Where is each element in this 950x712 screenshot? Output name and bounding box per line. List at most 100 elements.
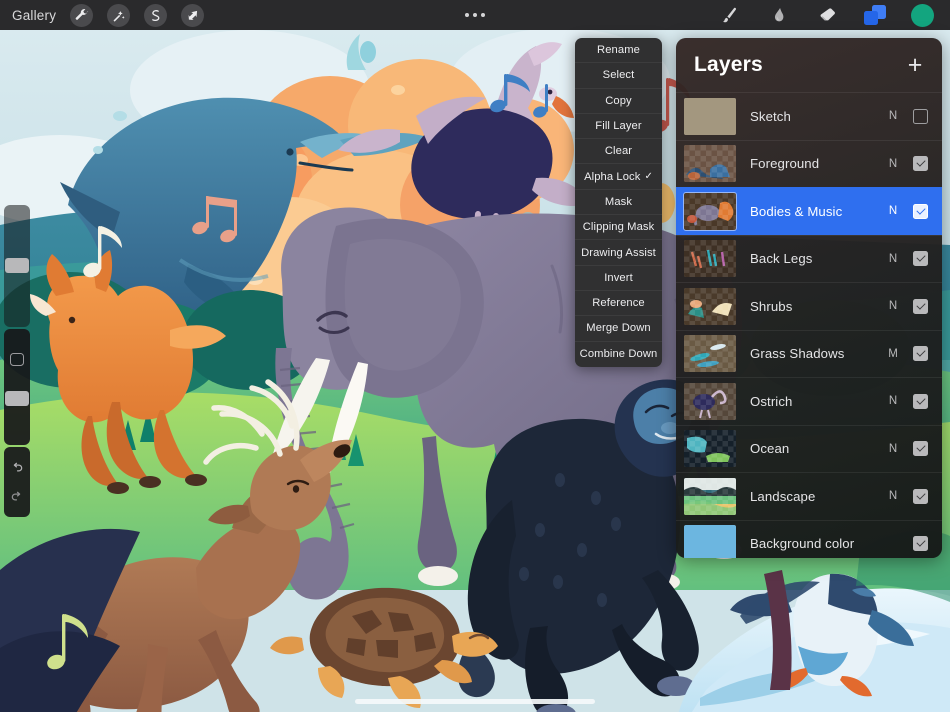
context-menu-item[interactable]: Combine Down: [575, 342, 662, 367]
layer-row[interactable]: Bodies & Music N: [676, 187, 942, 235]
layer-name: Grass Shadows: [750, 346, 845, 362]
context-menu-item-label: Alpha Lock: [584, 170, 641, 183]
layer-blend-mode[interactable]: N: [885, 158, 901, 170]
layer-context-menu: Rename Select Copy Fill Layer Clear Alpha Loc…: [575, 38, 662, 367]
layer-blend-mode[interactable]: N: [885, 110, 901, 122]
layer-row[interactable]: Background color: [676, 519, 942, 558]
layer-thumbnail[interactable]: [684, 287, 736, 325]
transparency-checker: [684, 382, 736, 420]
layer-visibility-checkbox[interactable]: [913, 108, 928, 124]
context-menu-item[interactable]: Merge Down: [575, 316, 662, 342]
home-indicator: [355, 699, 595, 704]
add-layer-button[interactable]: +: [904, 52, 926, 78]
layer-thumbnail[interactable]: [684, 477, 736, 515]
context-menu-item-label: Reference: [592, 297, 645, 310]
context-menu-item[interactable]: Fill Layer: [575, 114, 662, 140]
brush-size-slider[interactable]: [4, 205, 30, 327]
context-menu-item-label: Combine Down: [579, 348, 658, 361]
layer-visibility-checkbox[interactable]: [913, 203, 928, 219]
adjustments-wand-icon[interactable]: [107, 3, 131, 27]
toolbar-left-group: Gallery: [0, 3, 205, 27]
context-menu-item-label: Clipping Mask: [582, 221, 655, 234]
context-menu-item-label: Invert: [604, 271, 633, 284]
context-menu-item-label: Copy: [605, 94, 632, 107]
layer-thumbnail[interactable]: [684, 335, 736, 373]
procreate-app: Gallery Rename Select Copy Fill Layer Cl…: [0, 0, 950, 712]
layer-row[interactable]: Ostrich N: [676, 377, 942, 425]
layer-blend-mode[interactable]: N: [885, 395, 901, 407]
layer-blend-mode[interactable]: N: [885, 205, 901, 217]
layer-thumbnail[interactable]: [684, 382, 736, 420]
layers-panel-header: Layers +: [676, 38, 942, 92]
layer-row[interactable]: Shrubs N: [676, 282, 942, 330]
checkmark-icon: ✓: [644, 171, 653, 183]
brush-size-handle[interactable]: [5, 258, 29, 273]
layer-thumbnail[interactable]: [684, 525, 736, 558]
gallery-button[interactable]: Gallery: [12, 8, 56, 23]
layer-thumbnail[interactable]: [684, 145, 736, 183]
color-swatch[interactable]: [911, 3, 934, 27]
context-menu-item[interactable]: Invert: [575, 266, 662, 291]
layer-thumbnail[interactable]: [683, 191, 737, 231]
context-menu-item[interactable]: Alpha Lock ✓: [575, 164, 662, 190]
context-menu-item[interactable]: Reference: [575, 291, 662, 317]
layer-blend-mode[interactable]: N: [885, 300, 901, 312]
layers-icon[interactable]: [864, 5, 886, 25]
context-menu-item[interactable]: Mask: [575, 190, 662, 216]
menu-dots-icon[interactable]: [465, 13, 485, 17]
layer-name: Back Legs: [750, 251, 813, 267]
layer-name: Sketch: [750, 108, 791, 124]
layer-blend-mode[interactable]: N: [885, 490, 901, 502]
layer-blend-mode[interactable]: N: [885, 253, 901, 265]
redo-icon[interactable]: [10, 490, 24, 504]
layer-thumbnail[interactable]: [684, 430, 736, 468]
modify-button[interactable]: [10, 353, 24, 366]
context-menu-item[interactable]: Rename: [575, 38, 662, 64]
layer-blend-mode[interactable]: N: [885, 443, 901, 455]
layer-visibility-checkbox[interactable]: [913, 298, 928, 314]
layer-visibility-checkbox[interactable]: [913, 251, 928, 267]
transparency-checker: [684, 240, 736, 278]
layer-visibility-checkbox[interactable]: [913, 488, 928, 504]
context-menu-item[interactable]: Drawing Assist: [575, 240, 662, 266]
layer-row[interactable]: Sketch N: [676, 92, 942, 140]
actions-wrench-icon[interactable]: [70, 3, 94, 27]
layer-list: Sketch N Foreground N Bodies & Music N Back Le…: [676, 92, 942, 558]
context-menu-item[interactable]: Clipping Mask: [575, 215, 662, 241]
smudge-icon[interactable]: [766, 3, 790, 27]
transparency-checker: [684, 287, 736, 325]
layer-row[interactable]: Landscape N: [676, 472, 942, 520]
context-menu-item-label: Mask: [604, 195, 633, 208]
context-menu-item-label: Select: [602, 69, 635, 82]
layer-blend-mode[interactable]: M: [885, 348, 901, 360]
toolbar-right-group: [717, 3, 950, 27]
context-menu-item-label: Fill Layer: [595, 120, 642, 133]
iceberg-penguin: [678, 573, 950, 712]
eraser-icon[interactable]: [815, 3, 839, 27]
context-menu-item[interactable]: Clear: [575, 139, 662, 165]
layer-name: Shrubs: [750, 298, 793, 314]
context-menu-item-label: Drawing Assist: [581, 246, 656, 259]
layer-row[interactable]: Grass Shadows M: [676, 329, 942, 378]
layer-thumbnail[interactable]: [684, 240, 736, 278]
selection-icon[interactable]: [144, 3, 168, 27]
context-menu-item[interactable]: Copy: [575, 89, 662, 114]
layer-visibility-checkbox[interactable]: [913, 536, 928, 552]
layer-visibility-checkbox[interactable]: [913, 346, 928, 362]
layer-visibility-checkbox[interactable]: [913, 441, 928, 457]
layer-row[interactable]: Foreground N: [676, 139, 942, 188]
layer-visibility-checkbox[interactable]: [913, 393, 928, 409]
undo-icon[interactable]: [10, 461, 24, 475]
layer-visibility-checkbox[interactable]: [913, 156, 928, 172]
layer-thumbnail[interactable]: [684, 97, 736, 135]
layer-row[interactable]: Back Legs N: [676, 234, 942, 283]
context-menu-item[interactable]: Select: [575, 63, 662, 89]
sidebar-mid-group: [4, 329, 30, 445]
layer-row[interactable]: Ocean N: [676, 424, 942, 473]
transparency-checker: [684, 145, 736, 183]
paint-brush-icon[interactable]: [717, 3, 741, 27]
left-sidebar: [4, 205, 30, 565]
top-toolbar: Gallery: [0, 0, 950, 30]
transform-arrow-icon[interactable]: [181, 3, 205, 27]
opacity-handle[interactable]: [5, 391, 29, 406]
